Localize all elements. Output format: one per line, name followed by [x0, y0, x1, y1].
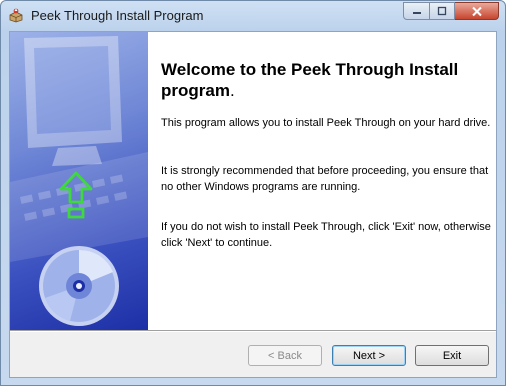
banner-art [10, 36, 148, 326]
welcome-heading-text: Welcome to the Peek Through Install prog… [161, 60, 459, 100]
exit-button[interactable]: Exit [415, 345, 489, 366]
installer-window: Peek Through Install Program Welcome to … [0, 0, 506, 386]
cd-disc-icon [39, 246, 119, 326]
close-icon [471, 6, 482, 16]
recommendation-text: It is strongly recommended that before p… [161, 165, 489, 193]
window-title: Peek Through Install Program [31, 8, 204, 23]
welcome-heading: Welcome to the Peek Through Install prog… [161, 59, 491, 101]
caption-buttons [403, 2, 499, 21]
minimize-icon [412, 12, 421, 14]
minimize-button[interactable] [403, 2, 430, 20]
intro-text: This program allows you to install Peek … [161, 117, 491, 129]
instructions-text: If you do not wish to install Peek Throu… [161, 221, 491, 249]
keyboard-icon [10, 152, 148, 262]
welcome-heading-period: . [229, 81, 235, 100]
back-button[interactable]: < Back [248, 345, 322, 366]
installer-client-area: Welcome to the Peek Through Install prog… [9, 31, 497, 378]
banner-image [10, 32, 148, 330]
next-button[interactable]: Next > [332, 345, 406, 366]
monitor-icon [24, 36, 122, 166]
welcome-panel: Welcome to the Peek Through Install prog… [148, 32, 496, 330]
installer-box-icon [9, 8, 23, 23]
maximize-icon [437, 6, 447, 16]
maximize-button[interactable] [430, 2, 455, 20]
button-separator [10, 330, 496, 332]
title-bar[interactable]: Peek Through Install Program [1, 1, 505, 31]
close-button[interactable] [455, 2, 499, 20]
